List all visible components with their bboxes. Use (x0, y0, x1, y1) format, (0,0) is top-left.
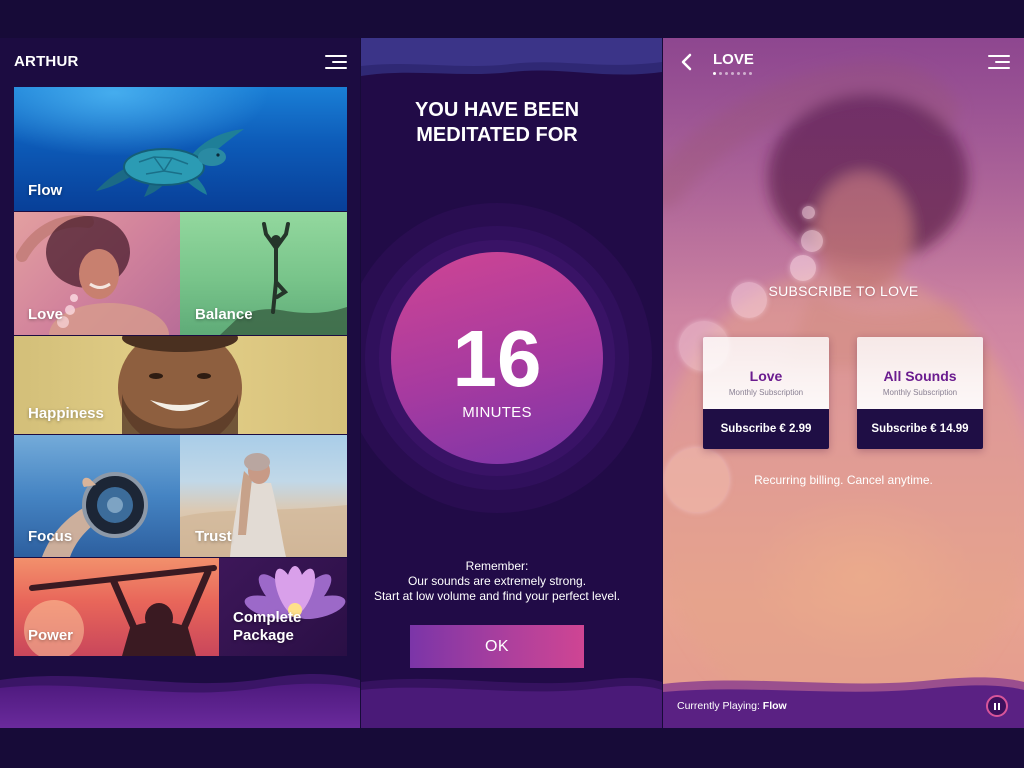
duration-value: 16 (452, 314, 542, 403)
tile-label: Trust (195, 528, 232, 545)
turtle-image (96, 129, 244, 197)
bottom-wave-decoration (0, 673, 360, 728)
plan-card-love[interactable]: Love Monthly Subscription Subscribe € 2.… (703, 337, 829, 449)
plan-name: All Sounds (883, 368, 957, 384)
plan-period: Monthly Subscription (728, 388, 804, 397)
title-line: MEDITATED FOR (416, 124, 578, 146)
menu-line (325, 55, 347, 57)
menu-line (988, 67, 1010, 69)
bokeh-light (790, 255, 816, 281)
tile-label: Love (28, 306, 64, 323)
page-dot (749, 72, 752, 75)
pause-icon[interactable] (986, 695, 1008, 717)
tile-trust[interactable]: Trust (180, 435, 347, 557)
page-dot (731, 72, 734, 75)
page-indicator (713, 72, 755, 76)
subscribe-love-button[interactable]: Subscribe € 2.99 (703, 409, 829, 449)
hamburger-menu-icon[interactable] (325, 55, 347, 69)
billing-note: Recurring billing. Cancel anytime. (754, 473, 933, 487)
chevron-left-icon[interactable] (680, 53, 694, 71)
tile-label: Power (28, 627, 74, 644)
ok-button[interactable]: OK (410, 625, 584, 668)
subscribe-heading: SUBSCRIBE TO LOVE (768, 283, 919, 299)
bokeh-light (802, 206, 815, 219)
tile-happiness[interactable]: Happiness (14, 336, 347, 434)
page-dot (737, 72, 740, 75)
meditation-summary-screen: YOU HAVE BEEN MEDITATED FOR 16 MINUTES R… (361, 38, 662, 728)
page-dot (719, 72, 722, 75)
plan-info: All Sounds Monthly Subscription (857, 337, 983, 409)
reminder-line: Start at low volume and find your perfec… (373, 589, 621, 603)
subscribe-screen: LOVE SUBSCRIBE TO LOVE Love Monthly Subs… (663, 38, 1024, 728)
volume-reminder: Remember: Our sounds are extremely stron… (361, 559, 633, 604)
bottom-wave-decoration (361, 677, 662, 728)
menu-line (995, 61, 1010, 63)
tile-complete-package[interactable]: Complete Package (219, 558, 347, 656)
tile-label: Balance (195, 306, 253, 323)
subscribe-all-sounds-button[interactable]: Subscribe € 14.99 (857, 409, 983, 449)
page-dot (713, 72, 716, 75)
now-playing-track: Flow (762, 700, 787, 712)
plan-card-all-sounds[interactable]: All Sounds Monthly Subscription Subscrib… (857, 337, 983, 449)
tile-flow[interactable]: Flow (14, 87, 347, 211)
screen-title: LOVE (713, 51, 754, 68)
menu-line (988, 55, 1010, 57)
top-wave-decoration (361, 38, 662, 76)
tile-label: Complete Package (233, 609, 302, 644)
menu-line (325, 67, 347, 69)
reminder-line: Our sounds are extremely strong. (407, 574, 587, 588)
pause-bar (994, 702, 996, 710)
tile-label: Happiness (28, 405, 104, 422)
page-dot (725, 72, 728, 75)
duration-unit: MINUTES (462, 404, 532, 421)
plan-name: Love (749, 368, 783, 384)
menu-screen: ARTHUR Flow Love Balance Happiness Focus… (0, 38, 360, 728)
reminder-heading: Remember: (465, 559, 529, 573)
now-playing: Currently Playing: Flow (677, 699, 787, 713)
bokeh-light (801, 230, 823, 252)
hamburger-menu-icon[interactable] (988, 55, 1010, 69)
title-line: YOU HAVE BEEN (414, 99, 580, 121)
plan-info: Love Monthly Subscription (703, 337, 829, 409)
pause-bar (998, 702, 1000, 710)
meditation-title: YOU HAVE BEEN MEDITATED FOR (361, 98, 633, 148)
tile-love[interactable]: Love (14, 212, 180, 335)
tile-power[interactable]: Power (14, 558, 219, 656)
user-name: ARTHUR (14, 53, 79, 70)
tile-label: Focus (28, 528, 73, 545)
now-playing-label: Currently Playing: (677, 700, 760, 712)
tile-label: Flow (28, 182, 63, 199)
tile-balance[interactable]: Balance (180, 212, 347, 335)
tile-focus[interactable]: Focus (14, 435, 180, 557)
menu-line (332, 61, 347, 63)
plan-period: Monthly Subscription (882, 388, 958, 397)
page-dot (743, 72, 746, 75)
